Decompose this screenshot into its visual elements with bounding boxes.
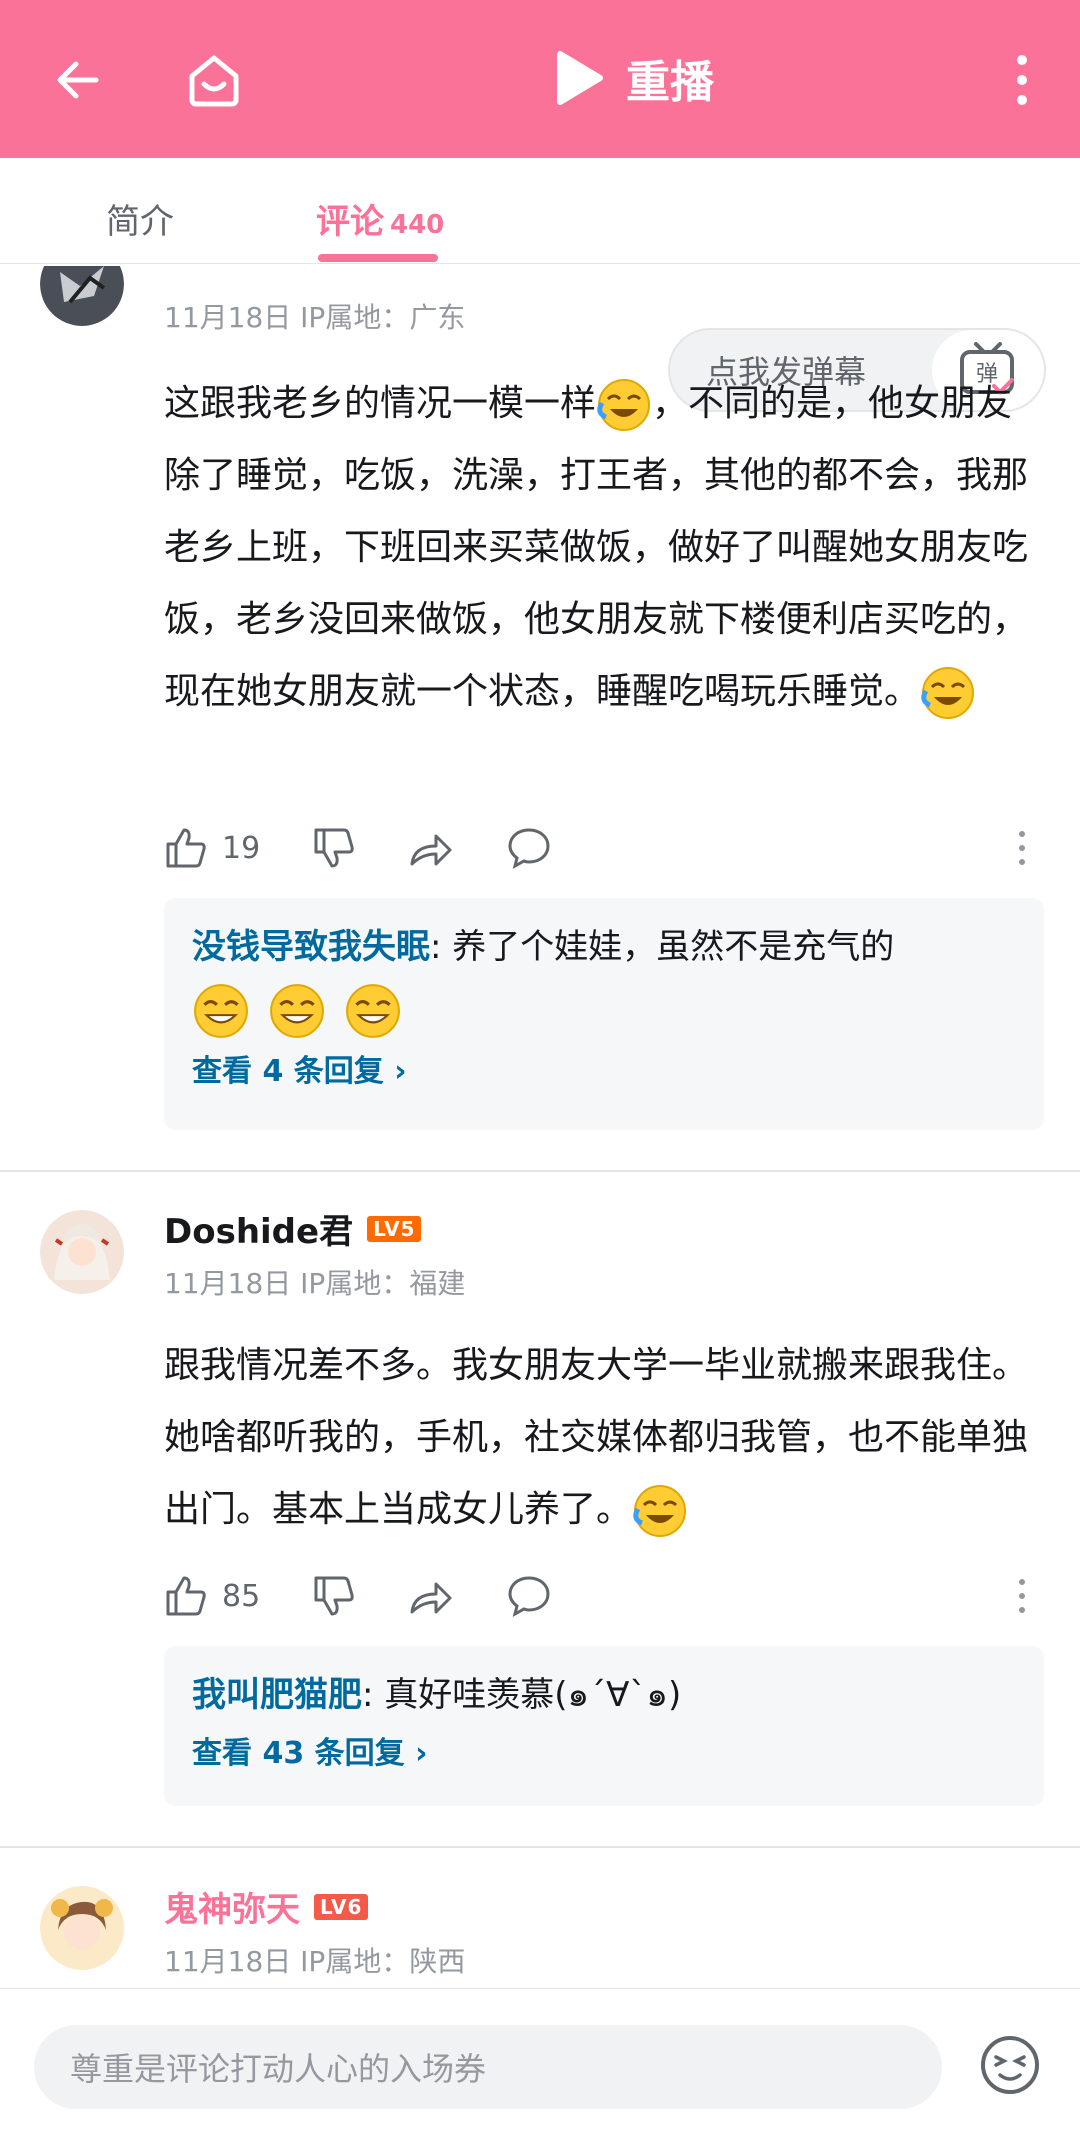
emoji-picker-icon[interactable] <box>978 2033 1042 2097</box>
reply-preview[interactable]: 没钱导致我失眠: 养了个娃娃，虽然不是充气的 查看 4 条回复 › <box>164 898 1044 1130</box>
reply-text: 没钱导致我失眠: 养了个娃娃，虽然不是充气的 <box>192 927 895 967</box>
comment-input[interactable]: 尊重是评论打动人心的入场券 <box>34 2025 942 2109</box>
divider <box>0 1846 1080 1848</box>
tab-bar: 简介 评论 440 点我发弹幕 弹 <box>0 158 1080 412</box>
share-icon <box>410 1582 452 1614</box>
view-replies-link[interactable]: 查看 43 条回复 › <box>192 1726 1016 1782</box>
comment-text: 这跟我老乡的情况一模一样 ，不同的是，他女朋友除了睡觉，吃饭，洗澡，打王者，其他的… <box>164 368 1044 728</box>
like-button[interactable]: 19 <box>164 826 260 870</box>
level-badge: LV5 <box>367 1215 422 1242</box>
comment-meta: 11月18日 IP属地：陕西 <box>164 1945 466 1978</box>
grin-emoji-icon <box>270 984 324 1038</box>
tab-intro[interactable]: 简介 <box>106 194 174 243</box>
username[interactable]: Doshide君 LV5 <box>164 1204 422 1253</box>
like-button[interactable]: 85 <box>164 1574 260 1618</box>
share-button[interactable] <box>408 1574 454 1618</box>
reply-emojis <box>192 978 1016 1044</box>
comment-bubble-icon <box>508 1576 550 1617</box>
comment-input-placeholder: 尊重是评论打动人心的入场券 <box>70 2050 487 2088</box>
laugh-cry-emoji-icon <box>597 379 651 431</box>
comment-text: 跟我情况差不多。我女朋友大学一毕业就搬来跟我住。她啥都听我的，手机，社交媒体都归… <box>164 1330 1044 1546</box>
comment-bubble-icon <box>508 828 550 869</box>
thumbs-up-icon <box>166 1576 206 1616</box>
play-icon <box>557 51 603 105</box>
thumbs-up-icon <box>166 828 206 868</box>
reply-author[interactable]: 没钱导致我失眠 <box>192 927 430 967</box>
like-count: 85 <box>222 1578 261 1614</box>
active-tab-indicator <box>318 254 438 262</box>
more-vertical-icon[interactable] <box>980 38 1064 122</box>
comment-meta: 11月18日 IP属地：广东 <box>164 301 466 334</box>
reply-preview[interactable]: 我叫肥猫肥: 真好哇羡慕(๑´∀`๑) 查看 43 条回复 › <box>164 1646 1044 1806</box>
dislike-button[interactable] <box>312 1574 356 1618</box>
home-icon[interactable] <box>172 38 256 122</box>
view-replies-link[interactable]: 查看 4 条回复 › <box>192 1044 1016 1100</box>
avatar[interactable] <box>40 1886 124 1970</box>
comment-count: 440 <box>390 210 445 240</box>
reply-button[interactable] <box>506 826 552 870</box>
divider <box>0 1170 1080 1172</box>
laugh-cry-emoji-icon <box>633 1485 687 1537</box>
comment-actions: 85 <box>164 1574 604 1618</box>
more-options-icon[interactable] <box>1018 1576 1026 1620</box>
thumbs-down-icon <box>314 1576 354 1616</box>
replay-button[interactable]: 重播 <box>552 46 714 110</box>
reply-text: 我叫肥猫肥: 真好哇羡慕(๑´∀`๑) <box>192 1675 682 1715</box>
like-count: 19 <box>222 830 261 866</box>
back-arrow-icon[interactable] <box>36 38 120 122</box>
replay-label: 重播 <box>626 57 714 108</box>
dislike-button[interactable] <box>312 826 356 870</box>
username[interactable]: 鬼神弥天 LV6 <box>164 1882 369 1931</box>
share-button[interactable] <box>408 826 454 870</box>
comment-meta: 11月18日 IP属地：福建 <box>164 1267 466 1300</box>
grin-emoji-icon <box>194 984 248 1038</box>
share-icon <box>410 834 452 866</box>
reply-button[interactable] <box>506 1574 552 1618</box>
top-app-bar: 重播 <box>0 0 1080 158</box>
reply-author[interactable]: 我叫肥猫肥 <box>192 1675 362 1715</box>
laugh-cry-emoji-icon <box>921 667 975 719</box>
more-options-icon[interactable] <box>1018 828 1026 872</box>
tab-comments[interactable]: 评论 440 <box>316 194 444 243</box>
avatar[interactable] <box>40 1210 124 1294</box>
level-badge: LV6 <box>314 1893 369 1920</box>
comment-input-bar: 尊重是评论打动人心的入场券 <box>0 1988 1080 2131</box>
grin-emoji-icon <box>346 984 400 1038</box>
thumbs-down-icon <box>314 828 354 868</box>
comment-actions: 19 <box>164 826 604 870</box>
